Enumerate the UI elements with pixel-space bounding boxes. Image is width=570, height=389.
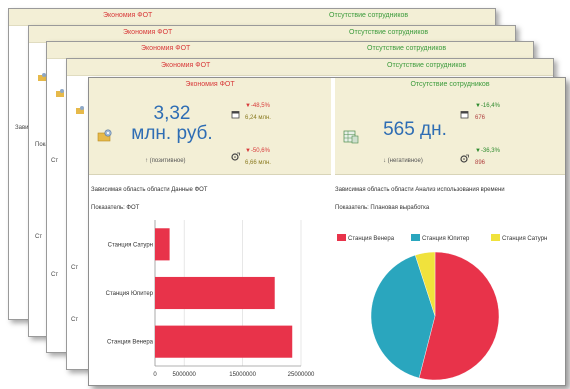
planned-output-pie-chart: Станция Венера Станция Юпитер Станция Сату… (337, 234, 547, 381)
category-label: Станция Сатурн (108, 242, 153, 248)
gear-icon (231, 152, 240, 161)
folder-gear-icon (97, 129, 112, 142)
stacked-side-label: Ст (35, 234, 43, 240)
legend-label: Станция Сатурн (502, 236, 547, 242)
absence-delta-2: ▼-36,3% (475, 148, 500, 154)
stacked-absence-title: Отсутствие сотрудников (329, 12, 409, 19)
stacked-payroll-title: Экономия ФОТ (123, 29, 173, 36)
left-section-indicator: Показатель: ФОТ (91, 205, 140, 211)
payroll-panel: Экономия ФОТ 3,32 млн. руб. ↑ (позитивно… (89, 78, 331, 175)
payroll-panel-title: Экономия ФОТ (185, 81, 235, 88)
legend-swatch (491, 234, 500, 241)
stacked-payroll-title: Экономия ФОТ (161, 62, 211, 69)
x-tick-label: 5000000 (173, 372, 197, 378)
legend-swatch (337, 234, 346, 241)
bar (155, 228, 170, 261)
stacked-payroll-title: Экономия ФОТ (141, 45, 191, 52)
legend-label: Станция Юпитер (422, 236, 470, 242)
left-section-caption: Зависимая область области Данные ФОТ (91, 187, 208, 193)
absence-delta-1-value: 676 (475, 115, 486, 121)
stacked-side-label: Ст (51, 158, 59, 164)
payroll-delta-1-value: 6,24 млн. (245, 115, 271, 121)
stacked-payroll-title: Экономия ФОТ (103, 12, 153, 19)
x-tick-label: 0 (153, 372, 157, 378)
payroll-unit: млн. руб. (131, 123, 213, 144)
stacked-header-band (47, 42, 533, 59)
absence-value: 565 дн. (383, 119, 447, 140)
legend-swatch (411, 234, 420, 241)
gear-icon (460, 154, 469, 163)
stacked-header-band (9, 9, 495, 26)
legend-label: Станция Венера (348, 236, 395, 242)
x-tick-label: 25000000 (288, 372, 315, 378)
payroll-bar-chart: 0 5000000 15000000 25000000 Станция Сатурн Ст… (106, 220, 315, 378)
absence-delta-2-value: 896 (475, 160, 486, 166)
stacked-side-label: Ст (71, 265, 79, 271)
stacked-absence-title: Отсутствие сотрудников (349, 29, 429, 36)
category-label: Станция Венера (107, 340, 154, 346)
x-tick-label: 15000000 (229, 372, 256, 378)
category-label: Станция Юпитер (106, 291, 154, 297)
dashboard-report: Экономия ФОТ 3,32 млн. руб. ↑ (позитивно… (88, 77, 566, 386)
stacked-absence-title: Отсутствие сотрудников (367, 45, 447, 52)
stacked-absence-title: Отсутствие сотрудников (387, 62, 467, 69)
folder-gear-icon (76, 106, 84, 114)
spreadsheet-icon (343, 130, 359, 144)
absence-delta-1: ▼-16,4% (475, 103, 500, 109)
stacked-header-band (67, 59, 553, 76)
payroll-delta-2: ▼-50,6% (245, 148, 270, 154)
payroll-delta-1: ▼-48,5% (245, 103, 270, 109)
absence-trend: ↓ (негативное) (383, 158, 423, 164)
right-section-indicator: Показатель: Плановая выработка (335, 205, 430, 211)
absence-panel: Отсутствие сотрудников 565 дн. ↓ (негати… (335, 78, 565, 175)
bar (155, 276, 275, 310)
folder-gear-icon (56, 89, 64, 97)
payroll-delta-2-value: 6,66 млн. (245, 160, 271, 166)
stacked-side-label: Ст (51, 272, 59, 278)
stacked-side-label: Зави (15, 125, 29, 131)
bar (155, 325, 293, 358)
absence-panel-title: Отсутствие сотрудников (410, 81, 490, 88)
calendar-icon (231, 111, 240, 119)
calendar-icon (460, 111, 469, 119)
stacked-side-label: Ст (71, 317, 79, 323)
payroll-value: 3,32 (153, 103, 191, 124)
payroll-trend: ↑ (позитивное) (145, 158, 186, 164)
right-section-caption: Зависимая область области Анализ использ… (335, 187, 505, 193)
